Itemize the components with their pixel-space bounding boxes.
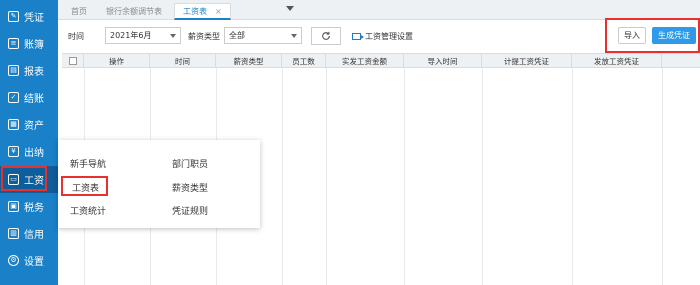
sidebar: ✎ 凭证 ≡ 账簿 ▤ 报表 ✓ 结账 ▦ 资产 ¥ 出纳 ▭ 工资 ▣ 税务: [0, 0, 58, 285]
sidebar-item-label: 报表: [24, 67, 44, 78]
payroll-highlight-box: [1, 166, 47, 191]
wage-management-settings-link[interactable]: 工资管理设置: [352, 31, 413, 42]
table-header: 操作 时间 薪资类型 员工数 实发工资金额 导入时间 计提工资凭证 发放工资凭证: [62, 53, 700, 68]
menu-item-payroll-statistics[interactable]: 工资统计: [70, 204, 106, 217]
column-divider: [482, 68, 483, 285]
column-divider: [326, 68, 327, 285]
asset-icon: ▦: [8, 119, 19, 130]
book-icon: ≡: [8, 38, 19, 49]
time-select-value: 2021年6月: [110, 31, 152, 40]
tab-bank-reconciliation[interactable]: 银行余额调节表: [98, 3, 170, 20]
column-header-action[interactable]: 操作: [84, 54, 150, 68]
checkout-icon: ✓: [8, 92, 19, 103]
menu-item-department-staff[interactable]: 部门职员: [172, 157, 208, 170]
cashier-icon: ¥: [8, 146, 19, 157]
column-divider: [404, 68, 405, 285]
column-header-import-time[interactable]: 导入时间: [404, 54, 482, 68]
sidebar-item-label: 信用: [24, 230, 44, 241]
payroll-sheet-highlight-box: [61, 176, 108, 196]
tab-label: 首页: [71, 7, 87, 16]
sidebar-item-voucher[interactable]: ✎ 凭证: [0, 3, 58, 30]
column-divider: [662, 68, 663, 285]
refresh-icon: [322, 31, 330, 40]
gear-icon: ⚙: [8, 255, 19, 266]
close-icon[interactable]: ×: [215, 7, 222, 16]
select-all-cell: [62, 54, 84, 68]
time-select[interactable]: 2021年6月: [105, 27, 181, 44]
sidebar-item-asset[interactable]: ▦ 资产: [0, 111, 58, 138]
sidebar-item-report[interactable]: ▤ 报表: [0, 57, 58, 84]
select-all-checkbox[interactable]: [68, 57, 77, 65]
chevron-down-icon[interactable]: [286, 6, 294, 11]
sidebar-item-closing[interactable]: ✓ 结账: [0, 84, 58, 111]
column-header-employee-count[interactable]: 员工数: [282, 54, 326, 68]
column-header-time[interactable]: 时间: [150, 54, 216, 68]
column-divider: [572, 68, 573, 285]
salary-type-label: 薪资类型: [188, 32, 220, 41]
video-icon: [352, 33, 364, 40]
sidebar-item-label: 账簿: [24, 40, 44, 51]
sidebar-item-settings[interactable]: ⚙ 设置: [0, 247, 58, 274]
salary-type-select-value: 全部: [229, 31, 245, 40]
sidebar-item-ledger[interactable]: ≡ 账簿: [0, 30, 58, 57]
tab-payroll-sheet[interactable]: 工资表 ×: [174, 3, 231, 20]
tab-bar: 首页 银行余额调节表 工资表 ×: [58, 0, 700, 20]
tab-label: 工资表: [183, 6, 207, 16]
tax-icon: ▣: [8, 201, 19, 212]
edit-icon: ✎: [8, 11, 19, 22]
sidebar-item-label: 出纳: [24, 148, 44, 159]
tab-home[interactable]: 首页: [63, 3, 95, 20]
column-header-net-pay[interactable]: 实发工资金额: [326, 54, 404, 68]
menu-item-voucher-rules[interactable]: 凭证规则: [172, 204, 208, 217]
app-window: ✎ 凭证 ≡ 账簿 ▤ 报表 ✓ 结账 ▦ 资产 ¥ 出纳 ▭ 工资 ▣ 税务: [0, 0, 700, 285]
credit-icon: ▥: [8, 228, 19, 239]
column-header-accrual-voucher[interactable]: 计提工资凭证: [482, 54, 572, 68]
column-divider: [282, 68, 283, 285]
sidebar-item-cashier[interactable]: ¥ 出纳: [0, 138, 58, 165]
sidebar-item-label: 结账: [24, 94, 44, 105]
sidebar-item-tax[interactable]: ▣ 税务: [0, 193, 58, 220]
sidebar-item-credit[interactable]: ▥ 信用: [0, 220, 58, 247]
chevron-down-icon: [170, 34, 176, 38]
menu-item-beginner-guide[interactable]: 新手导航: [70, 157, 106, 170]
sidebar-item-label: 凭证: [24, 13, 44, 24]
salary-type-select[interactable]: 全部: [224, 27, 302, 44]
buttons-highlight-box: [605, 18, 700, 53]
column-header-salary-type[interactable]: 薪资类型: [216, 54, 282, 68]
report-icon: ▤: [8, 65, 19, 76]
time-label: 时间: [68, 32, 84, 41]
sidebar-item-label: 设置: [24, 257, 44, 268]
menu-item-salary-type[interactable]: 薪资类型: [172, 181, 208, 194]
tab-label: 银行余额调节表: [106, 7, 162, 16]
refresh-button[interactable]: [311, 27, 341, 45]
wage-setting-label: 工资管理设置: [365, 32, 413, 41]
column-header-payment-voucher[interactable]: 发放工资凭证: [572, 54, 662, 68]
chevron-down-icon: [291, 34, 297, 38]
sidebar-item-label: 资产: [24, 121, 44, 132]
sidebar-item-label: 税务: [24, 203, 44, 214]
